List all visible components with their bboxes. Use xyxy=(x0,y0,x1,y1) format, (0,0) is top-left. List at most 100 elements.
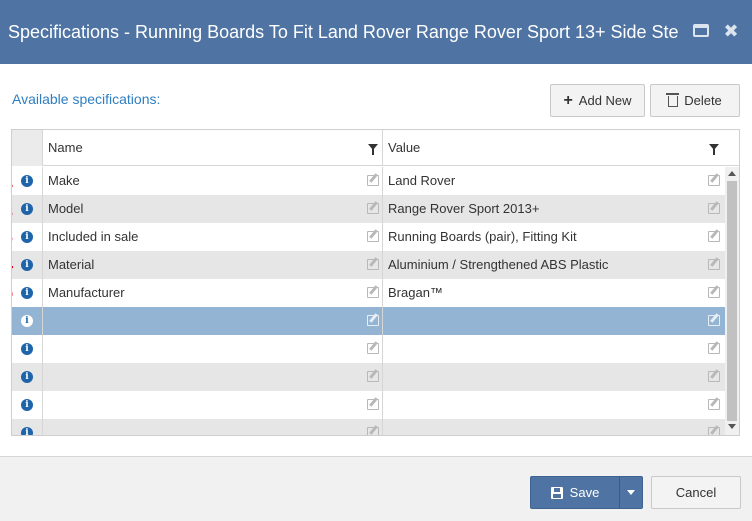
row-indicator-cell[interactable]: i xyxy=(12,391,42,419)
name-cell-text: Material xyxy=(48,257,95,272)
info-icon[interactable]: i xyxy=(21,371,33,383)
edit-icon[interactable] xyxy=(708,175,720,186)
caret-down-icon xyxy=(627,490,635,495)
column-header-value[interactable]: Value xyxy=(382,130,725,166)
info-icon[interactable]: i xyxy=(21,231,33,243)
edit-icon[interactable] xyxy=(367,315,379,326)
table-row[interactable]: i xyxy=(12,363,725,391)
edit-icon[interactable] xyxy=(708,203,720,214)
table-row[interactable]: i2 Model Range Rover Sport 2013+ xyxy=(12,195,725,223)
edit-icon[interactable] xyxy=(367,231,379,242)
edit-icon[interactable] xyxy=(708,315,720,326)
row-indicator-cell[interactable]: i5 xyxy=(12,279,42,307)
table-row[interactable]: i5 Manufacturer Bragan™ xyxy=(12,279,725,307)
row-marker-number: 5 xyxy=(12,283,13,303)
maximize-icon[interactable] xyxy=(692,22,710,40)
name-cell[interactable]: Included in sale xyxy=(42,223,382,251)
name-cell[interactable] xyxy=(42,363,382,391)
column-header-value-label: Value xyxy=(388,140,421,155)
edit-icon[interactable] xyxy=(367,371,379,382)
edit-icon[interactable] xyxy=(708,399,720,410)
row-indicator-cell[interactable]: i1 xyxy=(12,167,42,195)
edit-icon[interactable] xyxy=(708,259,720,270)
filter-icon[interactable] xyxy=(709,144,719,155)
scroll-thumb[interactable] xyxy=(727,181,737,421)
available-specifications-label: Available specifications: xyxy=(12,91,161,107)
dialog-content: Available specifications: + Add New Dele… xyxy=(0,64,752,456)
value-cell[interactable]: Aluminium / Strengthened ABS Plastic xyxy=(382,251,725,279)
table-row[interactable]: i xyxy=(12,335,725,363)
row-indicator-cell[interactable]: i xyxy=(12,335,42,363)
name-cell[interactable] xyxy=(42,419,382,435)
edit-icon[interactable] xyxy=(708,287,720,298)
edit-icon[interactable] xyxy=(708,371,720,382)
value-cell[interactable]: Range Rover Sport 2013+ xyxy=(382,195,725,223)
info-icon[interactable]: i xyxy=(21,175,33,187)
info-icon[interactable]: i xyxy=(21,287,33,299)
value-cell[interactable] xyxy=(382,363,725,391)
close-icon[interactable]: ✖ xyxy=(722,22,740,40)
info-icon[interactable]: i xyxy=(21,203,33,215)
save-button-group: Save xyxy=(530,476,643,509)
info-icon[interactable]: i xyxy=(21,343,33,355)
value-cell[interactable] xyxy=(382,307,725,335)
filter-icon[interactable] xyxy=(368,144,378,155)
name-cell[interactable] xyxy=(42,307,382,335)
table-row[interactable]: i4 Material Aluminium / Strengthened ABS P… xyxy=(12,251,725,279)
vertical-scrollbar[interactable] xyxy=(725,167,739,435)
edit-icon[interactable] xyxy=(367,203,379,214)
edit-icon[interactable] xyxy=(367,427,379,435)
table-row[interactable]: i1 Make Land Rover xyxy=(12,167,725,195)
cancel-button[interactable]: Cancel xyxy=(651,476,741,509)
row-marker-number: 4 xyxy=(12,255,13,275)
name-cell[interactable]: Manufacturer xyxy=(42,279,382,307)
value-cell[interactable]: Running Boards (pair), Fitting Kit xyxy=(382,223,725,251)
name-cell[interactable]: Make xyxy=(42,167,382,195)
delete-button[interactable]: Delete xyxy=(650,84,740,117)
name-cell[interactable]: Model xyxy=(42,195,382,223)
edit-icon[interactable] xyxy=(367,259,379,270)
table-row[interactable]: i xyxy=(12,419,725,435)
row-indicator-cell[interactable]: i2 xyxy=(12,195,42,223)
column-header-name-label: Name xyxy=(48,140,83,155)
edit-icon[interactable] xyxy=(708,343,720,354)
edit-icon[interactable] xyxy=(367,399,379,410)
scroll-down-arrow-icon[interactable] xyxy=(728,424,736,429)
row-indicator-cell[interactable]: i4 xyxy=(12,251,42,279)
info-icon[interactable]: i xyxy=(21,315,33,327)
edit-icon[interactable] xyxy=(708,231,720,242)
value-cell[interactable] xyxy=(382,391,725,419)
name-cell[interactable] xyxy=(42,335,382,363)
table-row[interactable]: i3 Included in sale Running Boards (pair),… xyxy=(12,223,725,251)
add-new-button[interactable]: + Add New xyxy=(550,84,645,117)
table-row[interactable]: i xyxy=(12,391,725,419)
value-cell[interactable]: Land Rover xyxy=(382,167,725,195)
row-marker-number: 3 xyxy=(12,227,13,247)
row-indicator-cell[interactable]: i xyxy=(12,307,42,335)
info-icon[interactable]: i xyxy=(21,399,33,411)
dialog-titlebar[interactable]: Specifications - Running Boards To Fit L… xyxy=(0,0,752,64)
specifications-dialog: Specifications - Running Boards To Fit L… xyxy=(0,0,752,521)
save-button[interactable]: Save xyxy=(531,477,619,508)
edit-icon[interactable] xyxy=(708,427,720,435)
name-cell[interactable]: Material xyxy=(42,251,382,279)
row-indicator-cell[interactable]: i xyxy=(12,363,42,391)
scroll-up-arrow-icon[interactable] xyxy=(728,171,736,176)
value-cell[interactable]: Bragan™ xyxy=(382,279,725,307)
info-icon[interactable]: i xyxy=(21,427,33,435)
value-cell[interactable] xyxy=(382,419,725,435)
edit-icon[interactable] xyxy=(367,287,379,298)
info-icon[interactable]: i xyxy=(21,259,33,271)
row-indicator-cell[interactable]: i3 xyxy=(12,223,42,251)
save-options-dropdown[interactable] xyxy=(619,477,642,508)
name-cell-text: Make xyxy=(48,173,80,188)
edit-icon[interactable] xyxy=(367,343,379,354)
trash-icon xyxy=(666,93,680,107)
value-cell[interactable] xyxy=(382,335,725,363)
edit-icon[interactable] xyxy=(367,175,379,186)
column-header-name[interactable]: Name xyxy=(42,130,382,166)
floppy-disk-icon xyxy=(550,486,563,499)
table-row[interactable]: i xyxy=(12,307,725,335)
row-indicator-cell[interactable]: i xyxy=(12,419,42,435)
name-cell[interactable] xyxy=(42,391,382,419)
